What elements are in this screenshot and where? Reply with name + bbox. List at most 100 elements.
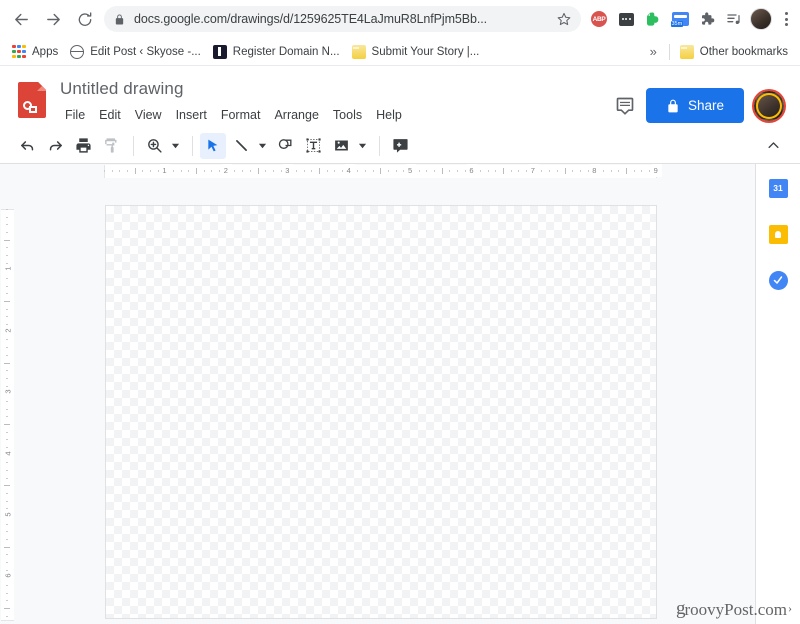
browser-window: docs.google.com/drawings/d/1259625TE4LaJ… (0, 0, 800, 624)
horizontal-ruler[interactable]: 1 2 3 4 5 6 7 8 9 (0, 164, 755, 179)
folder-icon (679, 44, 694, 59)
menu-view[interactable]: View (128, 104, 169, 126)
redo-button[interactable] (42, 133, 68, 159)
google-tasks-icon[interactable] (766, 268, 790, 292)
timer-extension[interactable]: 35m (668, 7, 692, 31)
menu-format[interactable]: Format (214, 104, 268, 126)
ruler-label: 8 (592, 166, 597, 175)
account-avatar[interactable] (751, 87, 787, 124)
text-box-button[interactable] (300, 133, 326, 159)
image-dropdown-caret[interactable] (356, 133, 369, 159)
collapse-menus-button[interactable] (760, 133, 786, 159)
share-label: Share (687, 98, 724, 113)
menu-tools[interactable]: Tools (326, 104, 369, 126)
calendar-day-label: 31 (773, 182, 783, 193)
adblock-plus-extension[interactable]: ABP (587, 7, 611, 31)
ruler-label: 6 (3, 573, 13, 578)
folder-favicon (351, 44, 366, 59)
zoom-dropdown-caret[interactable] (169, 133, 182, 159)
bookmark-item[interactable]: Edit Post ‹ Skyose -... (64, 42, 207, 62)
dark-favicon (212, 44, 227, 59)
drawing-toolbar (0, 128, 800, 164)
apps-label: Apps (32, 45, 59, 58)
zoom-button[interactable] (141, 133, 167, 159)
address-bar[interactable]: docs.google.com/drawings/d/1259625TE4LaJ… (104, 6, 581, 32)
timer-label: 35m (670, 21, 684, 27)
extensions-bar: ABP 35m (587, 7, 800, 31)
bookmarks-divider (668, 43, 670, 60)
media-controls-icon[interactable] (722, 7, 746, 31)
bookmark-label: Register Domain N... (232, 45, 340, 58)
star-icon[interactable] (557, 12, 571, 26)
apps-grid-icon (12, 44, 26, 59)
menu-arrange[interactable]: Arrange (267, 104, 325, 126)
paint-format-button[interactable] (98, 133, 124, 159)
bookmarks-bar: Apps Edit Post ‹ Skyose -... Register Do… (0, 38, 800, 66)
ruler-label: 7 (530, 166, 535, 175)
drawings-header: Untitled drawing File Edit View Insert F… (0, 66, 800, 128)
menu-bar: File Edit View Insert Format Arrange Too… (58, 104, 614, 126)
image-button[interactable] (328, 133, 354, 159)
ruler-label: 2 (3, 328, 13, 333)
reload-button[interactable] (70, 4, 100, 34)
menu-insert[interactable]: Insert (169, 104, 214, 126)
line-tool-button[interactable] (228, 133, 254, 159)
watermark-text: roovyPost.com (684, 600, 787, 619)
comment-history-icon[interactable] (614, 95, 636, 117)
other-bookmarks-button[interactable]: Other bookmarks (674, 42, 794, 62)
bookmark-label: Submit Your Story |... (371, 45, 480, 58)
document-title[interactable]: Untitled drawing (58, 78, 614, 100)
ruler-label: 1 (162, 166, 167, 175)
extensions-puzzle-icon[interactable] (695, 7, 719, 31)
apps-shortcut[interactable]: Apps (6, 42, 64, 62)
shape-tool-button[interactable] (272, 133, 298, 159)
google-drawings-logo (18, 82, 46, 118)
menu-file[interactable]: File (58, 104, 92, 126)
browser-toolbar: docs.google.com/drawings/d/1259625TE4LaJ… (0, 0, 800, 38)
ruler-label: 5 (408, 166, 413, 175)
bookmark-label: Edit Post ‹ Skyose -... (90, 45, 201, 58)
ruler-label: 6 (469, 166, 474, 175)
dark-reader-extension[interactable] (614, 7, 638, 31)
chrome-menu-button[interactable] (776, 7, 796, 31)
browser-profile-avatar[interactable] (749, 7, 773, 31)
toolbar-separator (379, 135, 380, 156)
menu-help[interactable]: Help (369, 104, 409, 126)
editor-area: 1 2 3 4 5 6 7 8 9 1 2 3 4 5 6 (0, 164, 755, 624)
header-actions: Share (614, 66, 800, 124)
ruler-label: 5 (3, 512, 13, 517)
drawing-canvas[interactable] (105, 205, 657, 619)
ruler-label: 3 (3, 389, 13, 394)
watermark-arrow: › (788, 601, 792, 615)
forward-button[interactable] (38, 4, 68, 34)
vertical-ruler[interactable]: 1 2 3 4 5 6 (0, 179, 15, 624)
line-dropdown-caret[interactable] (256, 133, 269, 159)
toolbar-separator (133, 135, 134, 156)
toolbar-separator (192, 135, 193, 156)
evernote-extension[interactable] (641, 7, 665, 31)
google-calendar-icon[interactable]: 31 (766, 176, 790, 200)
lock-icon (114, 13, 125, 25)
undo-button[interactable] (14, 133, 40, 159)
google-keep-icon[interactable] (766, 222, 790, 246)
canvas-viewport[interactable] (15, 179, 755, 624)
watermark: g roovyPost.com › (676, 598, 792, 620)
ruler-label: 4 (346, 166, 351, 175)
bookmark-item[interactable]: Register Domain N... (207, 42, 346, 62)
ruler-label: 1 (3, 266, 13, 271)
adblock-label: ABP (592, 15, 606, 23)
share-button[interactable]: Share (645, 88, 744, 123)
add-comment-button[interactable] (387, 133, 413, 159)
ruler-label: 9 (653, 166, 658, 175)
other-bookmarks-label: Other bookmarks (699, 45, 788, 58)
back-button[interactable] (6, 4, 36, 34)
ruler-label: 4 (3, 451, 13, 456)
bookmarks-overflow-button[interactable]: » (642, 44, 665, 59)
print-button[interactable] (70, 133, 96, 159)
select-tool-button[interactable] (200, 132, 226, 159)
side-panel: 31 (755, 164, 800, 624)
bookmark-item[interactable]: Submit Your Story |... (346, 42, 486, 62)
menu-edit[interactable]: Edit (92, 104, 128, 126)
ruler-label: 3 (285, 166, 290, 175)
globe-favicon (70, 44, 85, 59)
